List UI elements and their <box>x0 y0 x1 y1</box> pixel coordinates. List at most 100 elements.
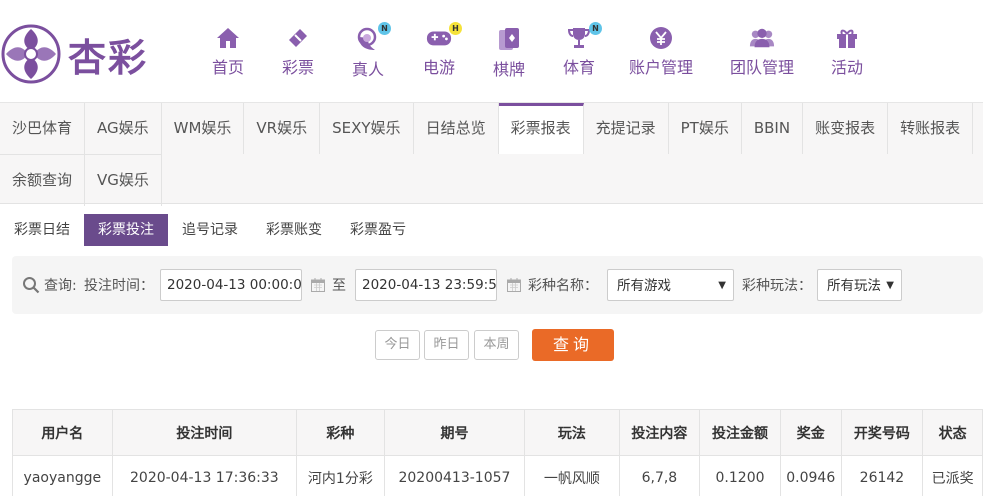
today-button[interactable]: 今日 <box>375 330 420 360</box>
query-bar: 查询: 投注时间： 2020-04-13 00:00:00 至 2020-04-… <box>12 256 983 314</box>
nav-label: 团队管理 <box>729 58 794 77</box>
tab-pt[interactable]: PT娱乐 <box>669 103 742 154</box>
play-select-value: 所有玩法 <box>827 278 881 294</box>
nav-label: 账户管理 <box>628 58 693 77</box>
query-label-group: 查询: <box>22 256 77 314</box>
nav-label: 彩票 <box>281 58 314 77</box>
cell-issue: 20200413-1057 <box>383 455 526 496</box>
cell-bet-time: 2020-04-13 17:36:33 <box>111 455 298 496</box>
col-bet-content: 投注内容 <box>618 409 701 456</box>
tab-sexy[interactable]: SEXY娱乐 <box>320 103 414 154</box>
tab-balance-query[interactable]: 余额查询 <box>0 155 86 206</box>
logo-emblem-icon <box>1 24 61 84</box>
query-label: 查询: <box>44 278 77 294</box>
col-username: 用户名 <box>12 409 113 456</box>
subtab-lottery-balance[interactable]: 彩票账变 <box>252 214 336 246</box>
col-play: 玩法 <box>524 409 620 456</box>
tab-daily-overview[interactable]: 日结总览 <box>414 103 499 154</box>
tab-lottery-report[interactable]: 彩票报表 <box>498 103 584 154</box>
site-header: 杏彩 首页 彩票 N 真人 H 电游 棋牌 N 体育 账户管理 团队管理 活动 <box>0 0 983 102</box>
cell-bet-content: 6,7,8 <box>618 455 701 496</box>
game-name-label: 彩种名称： <box>528 278 598 294</box>
home-icon <box>215 26 241 50</box>
live-dealer-icon: N <box>355 22 391 52</box>
yesterday-button[interactable]: 昨日 <box>424 330 469 360</box>
chevron-down-icon: ▼ <box>886 280 894 291</box>
nav-badge: N <box>589 22 602 35</box>
tab-wm[interactable]: WM娱乐 <box>162 103 245 154</box>
nav-lottery[interactable]: 彩票 <box>258 26 338 78</box>
tab-row-1: 沙巴体育 AG娱乐 WM娱乐 VR娱乐 SEXY娱乐 日结总览 彩票报表 充提记… <box>0 103 974 154</box>
col-status: 状态 <box>922 409 983 456</box>
yen-icon <box>648 26 674 50</box>
tab-vg[interactable]: VG娱乐 <box>85 155 162 206</box>
table-row[interactable]: yaoyangge 2020-04-13 17:36:33 河内1分彩 2020… <box>12 455 983 496</box>
team-icon <box>749 26 775 50</box>
end-time-input[interactable]: 2020-04-13 23:59:59 <box>355 269 497 301</box>
this-week-button[interactable]: 本周 <box>474 330 519 360</box>
cell-username: yaoyangge <box>12 455 113 496</box>
trophy-icon: N <box>566 22 602 50</box>
cell-draw-number: 26142 <box>840 455 924 496</box>
lottery-subtabs: 彩票日结 彩票投注 追号记录 彩票账变 彩票盈亏 <box>0 214 420 246</box>
start-time-input[interactable]: 2020-04-13 00:00:00 <box>160 269 302 301</box>
cell-status: 已派奖 <box>922 455 983 496</box>
game-select-value: 所有游戏 <box>617 278 671 294</box>
nav-label: 体育 <box>562 58 595 77</box>
main-nav: 首页 彩票 N 真人 H 电游 棋牌 N 体育 账户管理 团队管理 活动 <box>198 22 872 79</box>
bet-time-label: 投注时间： <box>84 278 154 294</box>
nav-cards[interactable]: 棋牌 <box>480 26 538 79</box>
tab-row-2: 余额查询 VG娱乐 <box>0 154 162 206</box>
lottery-ticket-icon <box>285 26 311 50</box>
col-bet-amount: 投注金额 <box>699 409 781 456</box>
tab-saba-sports[interactable]: 沙巴体育 <box>0 103 86 154</box>
col-prize: 奖金 <box>779 409 842 456</box>
calendar-icon[interactable] <box>311 278 325 292</box>
nav-label: 真人 <box>351 60 384 79</box>
col-issue: 期号 <box>383 409 526 456</box>
tab-balance-change[interactable]: 账变报表 <box>803 103 889 154</box>
gamepad-icon: H <box>426 22 462 50</box>
nav-activity[interactable]: 活动 <box>822 26 872 78</box>
nav-label: 电游 <box>422 58 455 77</box>
calendar-icon[interactable] <box>507 278 521 292</box>
subtab-lottery-daily[interactable]: 彩票日结 <box>0 214 84 246</box>
cell-game: 河内1分彩 <box>296 455 385 496</box>
tab-deposit-withdraw[interactable]: 充提记录 <box>584 103 669 154</box>
search-button[interactable]: 查询 <box>532 329 614 361</box>
nav-label: 棋牌 <box>492 60 525 79</box>
subtab-lottery-profit[interactable]: 彩票盈亏 <box>336 214 420 246</box>
play-type-label: 彩种玩法： <box>742 278 812 294</box>
nav-home[interactable]: 首页 <box>198 26 258 78</box>
tab-ag[interactable]: AG娱乐 <box>85 103 162 154</box>
table-header-row: 用户名 投注时间 彩种 期号 玩法 投注内容 投注金额 奖金 开奖号码 状态 <box>12 409 983 456</box>
nav-label: 首页 <box>211 58 244 77</box>
cell-bet-amount: 0.1200 <box>699 455 781 496</box>
report-tabs: 沙巴体育 AG娱乐 WM娱乐 VR娱乐 SEXY娱乐 日结总览 彩票报表 充提记… <box>0 102 983 206</box>
nav-sports[interactable]: N 体育 <box>538 22 620 78</box>
tab-bbin[interactable]: BBIN <box>742 103 804 154</box>
site-logo[interactable]: 杏彩 <box>0 22 160 86</box>
bets-table: 用户名 投注时间 彩种 期号 玩法 投注内容 投注金额 奖金 开奖号码 状态 y… <box>12 409 983 496</box>
cell-prize: 0.0946 <box>779 455 842 496</box>
game-select[interactable]: 所有游戏 ▼ <box>607 269 734 301</box>
col-draw-number: 开奖号码 <box>840 409 924 456</box>
nav-egames[interactable]: H 电游 <box>398 22 480 78</box>
col-game: 彩种 <box>296 409 385 456</box>
nav-label: 活动 <box>830 58 863 77</box>
cards-icon <box>496 26 522 52</box>
nav-live[interactable]: N 真人 <box>338 22 398 79</box>
nav-team[interactable]: 团队管理 <box>702 26 822 78</box>
logo-text: 杏彩 <box>68 34 149 80</box>
search-icon <box>23 277 40 294</box>
nav-account[interactable]: 账户管理 <box>620 26 702 78</box>
nav-badge: N <box>378 22 391 35</box>
subtab-lottery-bets[interactable]: 彩票投注 <box>84 214 168 246</box>
subtab-chase-records[interactable]: 追号记录 <box>168 214 252 246</box>
tab-vr[interactable]: VR娱乐 <box>244 103 321 154</box>
gift-icon <box>834 26 860 50</box>
tab-transfer-report[interactable]: 转账报表 <box>888 103 974 154</box>
play-select[interactable]: 所有玩法 ▼ <box>817 269 902 301</box>
nav-badge: H <box>449 22 462 35</box>
to-label: 至 <box>332 278 346 294</box>
